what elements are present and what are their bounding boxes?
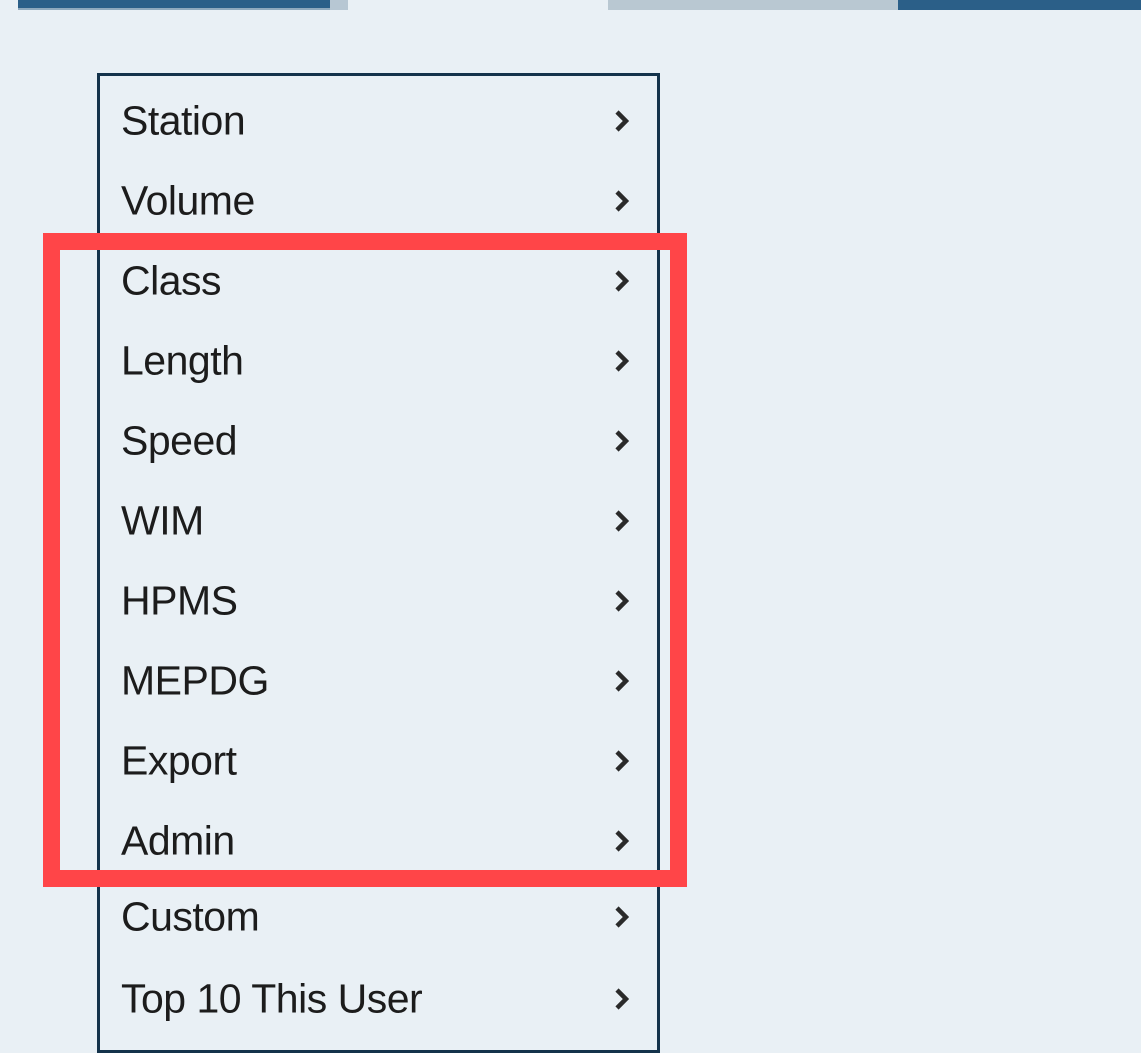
menu-item-label: Station — [121, 97, 246, 144]
menu-item-label: Custom — [121, 893, 260, 940]
chevron-right-icon — [615, 670, 629, 692]
menu-item-label: MEPDG — [121, 657, 269, 704]
menu-item-label: Export — [121, 737, 237, 784]
menu-item-admin[interactable]: Admin — [100, 801, 657, 881]
chevron-right-icon — [615, 750, 629, 772]
top-tab-middle[interactable] — [608, 0, 898, 10]
menu-item-label: Admin — [121, 817, 235, 864]
chevron-right-icon — [615, 510, 629, 532]
menu-item-label: WIM — [121, 497, 204, 544]
menu-item-volume[interactable]: Volume — [100, 161, 657, 241]
chevron-right-icon — [615, 430, 629, 452]
chevron-right-icon — [615, 350, 629, 372]
chevron-right-icon — [615, 906, 629, 928]
top-tab-right[interactable] — [898, 0, 1141, 10]
menu-item-label: Top 10 This User — [121, 975, 423, 1022]
chevron-right-icon — [615, 270, 629, 292]
menu-item-custom[interactable]: Custom — [100, 877, 657, 957]
top-tab-left[interactable] — [18, 0, 348, 10]
menu-item-label: Speed — [121, 417, 238, 464]
chevron-right-icon — [615, 110, 629, 132]
menu-item-hpms[interactable]: HPMS — [100, 561, 657, 641]
menu-item-mepdg[interactable]: MEPDG — [100, 641, 657, 721]
menu-item-label: Length — [121, 337, 244, 384]
chevron-right-icon — [615, 190, 629, 212]
chevron-right-icon — [615, 590, 629, 612]
chevron-right-icon — [615, 988, 629, 1010]
menu-item-label: HPMS — [121, 577, 238, 624]
dropdown-menu: Station Volume Class Length Speed WIM HP… — [97, 73, 660, 1053]
menu-item-speed[interactable]: Speed — [100, 401, 657, 481]
menu-item-length[interactable]: Length — [100, 321, 657, 401]
menu-item-station[interactable]: Station — [100, 81, 657, 161]
chevron-right-icon — [615, 830, 629, 852]
menu-item-top-10-this-user[interactable]: Top 10 This User — [100, 959, 657, 1039]
menu-item-wim[interactable]: WIM — [100, 481, 657, 561]
menu-item-label: Volume — [121, 177, 255, 224]
menu-item-class[interactable]: Class — [100, 241, 657, 321]
menu-item-export[interactable]: Export — [100, 721, 657, 801]
menu-item-label: Class — [121, 257, 222, 304]
